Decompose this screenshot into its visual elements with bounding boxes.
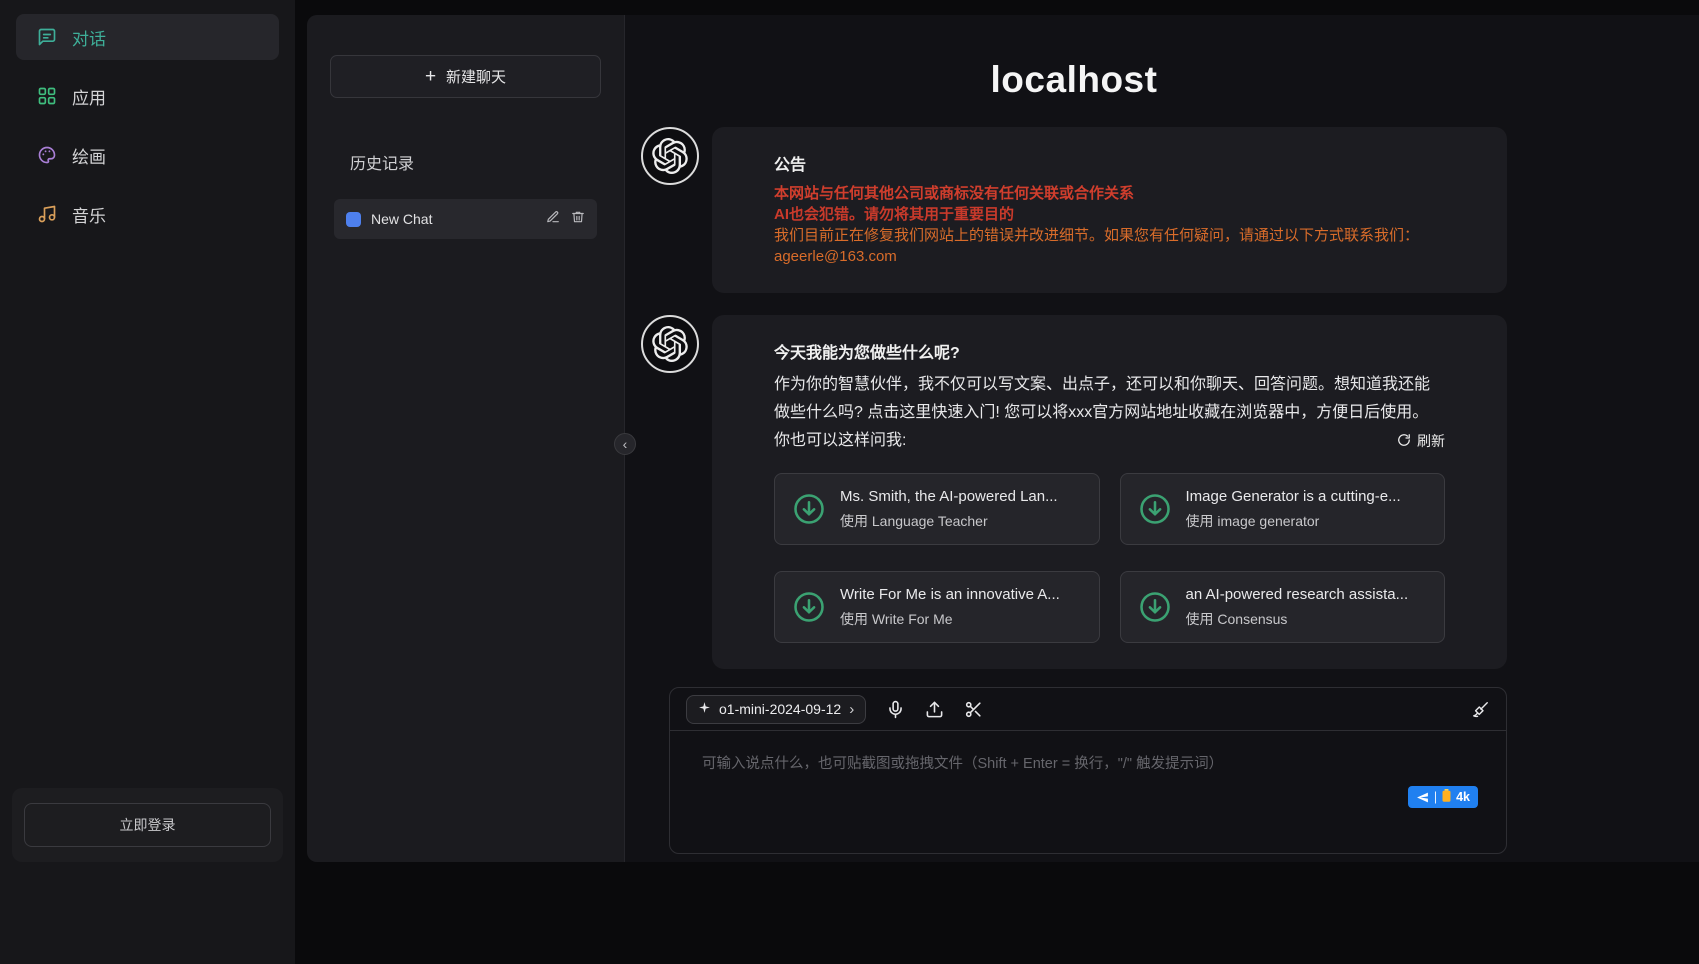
upload-button[interactable]	[925, 700, 944, 719]
refresh-icon	[1397, 433, 1411, 450]
login-panel: 立即登录	[12, 788, 283, 862]
edit-icon[interactable]	[546, 210, 560, 229]
collapse-panel-button[interactable]: ‹	[614, 433, 636, 455]
sidebar-item-paint[interactable]: 绘画	[16, 132, 279, 178]
announcement-line-3: 我们目前正在修复我们网站上的错误并改进细节。如果您有任何疑问，请通过以下方式联系…	[774, 225, 1445, 246]
chat-history-item[interactable]: New Chat	[334, 199, 597, 239]
message-announcement: 公告 本网站与任何其他公司或商标没有任何关联或合作关系 AI也会犯错。请勿将其用…	[641, 127, 1507, 293]
announcement-line-2: AI也会犯错。请勿将其用于重要目的	[774, 204, 1445, 225]
welcome-body: 作为你的智慧伙伴，我不仅可以写文案、出点子，还可以和你聊天、回答问题。想知道我还…	[774, 371, 1445, 427]
chat-main: localhost 公告 本网站与任何其他公司或商标没有任何关联或合作关系 AI…	[625, 15, 1699, 862]
sidebar-item-chat[interactable]: 对话	[16, 14, 279, 60]
sidebar-item-label: 音乐	[72, 202, 106, 227]
assistant-avatar-icon	[641, 127, 699, 185]
workspace: + 新建聊天 历史记录 New Chat ‹ l	[307, 15, 1699, 862]
chat-icon	[36, 26, 58, 48]
sidebar-item-music[interactable]: 音乐	[16, 191, 279, 237]
prompt-card-title: Write For Me is an innovative A...	[840, 586, 1060, 603]
sidebar-item-label: 绘画	[72, 143, 106, 168]
send-button[interactable]: | 4k	[1408, 786, 1478, 808]
model-name: o1-mini-2024-09-12	[719, 701, 841, 717]
message-welcome: 今天我能为您做些什么呢? 作为你的智慧伙伴，我不仅可以写文案、出点子，还可以和你…	[641, 315, 1507, 669]
arrow-down-circle-icon	[1137, 589, 1173, 625]
sidebar-item-apps[interactable]: 应用	[16, 73, 279, 119]
welcome-title: 今天我能为您做些什么呢?	[774, 339, 1445, 363]
prompt-card-subtitle: 使用 Consensus	[1186, 609, 1409, 629]
chevron-left-icon: ‹	[623, 436, 628, 452]
history-label: 历史记录	[350, 150, 601, 174]
prompt-card-title: Ms. Smith, the AI-powered Lan...	[840, 488, 1058, 505]
prompt-card-subtitle: 使用 Write For Me	[840, 609, 1060, 629]
prompt-card[interactable]: Image Generator is a cutting-e... 使用 ima…	[1120, 473, 1446, 545]
announcement-line-1: 本网站与任何其他公司或商标没有任何关联或合作关系	[774, 183, 1445, 204]
prompt-card[interactable]: Write For Me is an innovative A... 使用 Wr…	[774, 571, 1100, 643]
prompt-card-title: an AI-powered research assista...	[1186, 586, 1409, 603]
new-chat-button[interactable]: + 新建聊天	[330, 55, 601, 98]
delete-icon[interactable]	[571, 210, 585, 229]
composer-toolbar: o1-mini-2024-09-12 ›	[670, 688, 1506, 731]
chevron-right-icon: ›	[849, 701, 854, 718]
new-chat-label: 新建聊天	[446, 66, 506, 87]
chat-item-actions	[546, 210, 585, 229]
plus-icon: +	[425, 67, 436, 86]
sidebar: 对话 应用 绘画 音乐 立即登录	[0, 0, 295, 964]
palette-icon	[36, 144, 58, 166]
battery-icon	[1442, 789, 1451, 805]
assistant-avatar-icon	[641, 315, 699, 373]
chat-item-icon	[346, 212, 361, 227]
announcement-title: 公告	[774, 151, 1445, 175]
input-placeholder: 可输入说点什么，也可贴截图或拖拽文件（Shift + Enter = 换行，"/…	[702, 752, 1506, 773]
clear-context-button[interactable]	[1471, 700, 1490, 719]
sparkle-icon	[698, 701, 711, 717]
ask-label: 你也可以这样问我:	[774, 427, 906, 455]
welcome-bubble: 今天我能为您做些什么呢? 作为你的智慧伙伴，我不仅可以写文案、出点子，还可以和你…	[712, 315, 1507, 669]
send-icon	[1416, 791, 1429, 804]
contact-email[interactable]: ageerle@163.com	[774, 246, 1445, 267]
arrow-down-circle-icon	[791, 589, 827, 625]
refresh-label: 刷新	[1417, 431, 1445, 451]
music-icon	[36, 203, 58, 225]
app-root: 对话 应用 绘画 音乐 立即登录 +	[0, 0, 1699, 964]
composer: o1-mini-2024-09-12 ›	[669, 687, 1507, 854]
scissors-button[interactable]	[964, 700, 983, 719]
page-title: localhost	[641, 55, 1507, 105]
microphone-button[interactable]	[886, 700, 905, 719]
model-selector[interactable]: o1-mini-2024-09-12 ›	[686, 695, 866, 724]
prompt-cards: Ms. Smith, the AI-powered Lan... 使用 Lang…	[774, 473, 1445, 643]
login-button[interactable]: 立即登录	[24, 803, 271, 847]
sidebar-item-label: 应用	[72, 84, 106, 109]
prompt-card-subtitle: 使用 Language Teacher	[840, 511, 1058, 531]
prompt-card[interactable]: Ms. Smith, the AI-powered Lan... 使用 Lang…	[774, 473, 1100, 545]
announcement-bubble: 公告 本网站与任何其他公司或商标没有任何关联或合作关系 AI也会犯错。请勿将其用…	[712, 127, 1507, 293]
token-count: 4k	[1456, 790, 1470, 804]
arrow-down-circle-icon	[1137, 491, 1173, 527]
prompt-card-subtitle: 使用 image generator	[1186, 511, 1401, 531]
separator: |	[1434, 790, 1437, 804]
prompt-card[interactable]: an AI-powered research assista... 使用 Con…	[1120, 571, 1446, 643]
chat-list-panel: + 新建聊天 历史记录 New Chat	[307, 15, 625, 862]
prompt-card-title: Image Generator is a cutting-e...	[1186, 488, 1401, 505]
arrow-down-circle-icon	[791, 491, 827, 527]
chat-item-title: New Chat	[371, 211, 536, 227]
sidebar-item-label: 对话	[72, 25, 106, 50]
apps-icon	[36, 85, 58, 107]
message-input[interactable]: 可输入说点什么，也可贴截图或拖拽文件（Shift + Enter = 换行，"/…	[670, 731, 1506, 853]
refresh-button[interactable]: 刷新	[1397, 431, 1445, 451]
